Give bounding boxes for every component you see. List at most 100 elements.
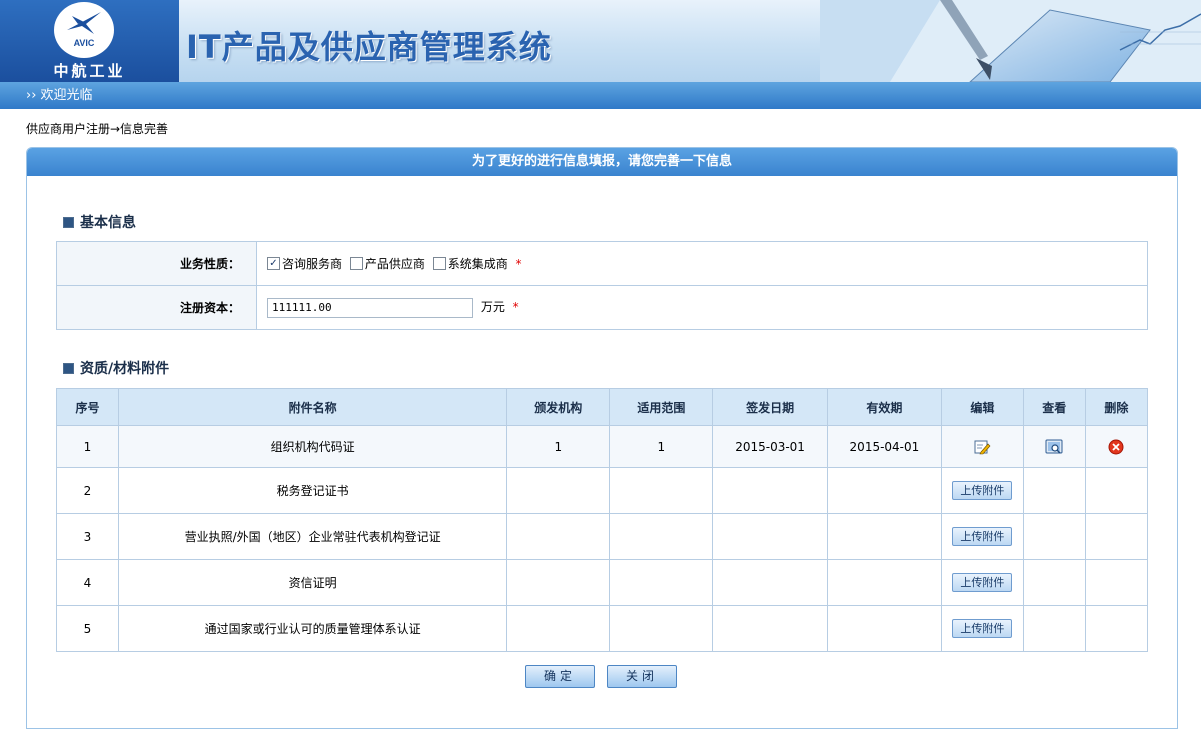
bullet-icon	[63, 362, 74, 374]
view-cell	[1022, 605, 1086, 652]
row-scope: 1	[609, 425, 714, 468]
edit-cell: 上传附件	[941, 559, 1024, 606]
registered-capital-input[interactable]	[267, 297, 473, 318]
panel-title: 为了更好的进行信息填报，请您完善一下信息	[27, 148, 1177, 176]
avic-emblem: AVIC	[54, 2, 114, 58]
logo-abbrev: AVIC	[73, 38, 95, 48]
row-scope	[609, 605, 714, 652]
edit-cell	[941, 425, 1024, 468]
col-delete: 删除	[1084, 388, 1149, 426]
row-name: 资信证明	[117, 559, 508, 606]
row-name: 通过国家或行业认可的质量管理体系认证	[117, 605, 508, 652]
section-attachments-title: 资质/材料附件	[80, 361, 170, 377]
row-issuer	[506, 605, 611, 652]
form-panel: 为了更好的进行信息填报，请您完善一下信息 基本信息 业务性质： ✓ 咨询服务商 产…	[26, 147, 1178, 729]
delete-icon[interactable]	[1107, 439, 1125, 455]
row-valid-until: 2015-04-01	[826, 425, 943, 468]
banner-decoration	[820, 0, 1201, 82]
row-no: 5	[56, 605, 119, 652]
business-row: 业务性质： ✓ 咨询服务商 产品供应商 系统集成商 *	[56, 241, 1148, 286]
table-row: 4 资信证明 上传附件	[56, 559, 1149, 606]
row-name: 组织机构代码证	[117, 425, 508, 468]
table-row: 1 组织机构代码证 1 1 2015-03-01 2015-04-01	[56, 425, 1149, 468]
col-no: 序号	[56, 388, 119, 426]
upload-button[interactable]: 上传附件	[952, 527, 1013, 546]
row-issue-date	[712, 513, 828, 560]
checkbox-product[interactable]	[349, 257, 363, 270]
row-name: 营业执照/外国（地区）企业常驻代表机构登记证	[117, 513, 508, 560]
business-options: ✓ 咨询服务商 产品供应商 系统集成商 *	[256, 241, 1148, 286]
row-valid-until	[826, 513, 943, 560]
col-valid-until: 有效期	[826, 388, 943, 426]
row-name: 税务登记证书	[117, 467, 508, 514]
close-button[interactable]: 关闭	[607, 665, 677, 688]
welcome-bar: ›› 欢迎光临	[0, 82, 1201, 109]
table-row: 3 营业执照/外国（地区）企业常驻代表机构登记证 上传附件	[56, 513, 1149, 560]
row-issuer	[506, 559, 611, 606]
attachments-table: 序号 附件名称 颁发机构 适用范围 签发日期 有效期 编辑 查看 删除 1 组织…	[56, 388, 1149, 652]
capital-field-cell: 万元 *	[256, 285, 1148, 330]
header-banner: AVIC 中航工业 IT产品及供应商管理系统	[0, 0, 1201, 82]
row-valid-until	[826, 559, 943, 606]
upload-button[interactable]: 上传附件	[952, 619, 1013, 638]
table-row: 5 通过国家或行业认可的质量管理体系认证 上传附件	[56, 605, 1149, 652]
view-cell	[1022, 467, 1086, 514]
delete-cell	[1084, 513, 1149, 560]
view-icon[interactable]	[1045, 439, 1063, 455]
company-name: 中航工业	[53, 62, 126, 80]
view-cell	[1022, 513, 1086, 560]
delete-cell	[1084, 605, 1149, 652]
row-scope	[609, 559, 714, 606]
delete-cell	[1084, 425, 1149, 468]
col-issuer: 颁发机构	[506, 388, 611, 426]
business-label: 业务性质：	[56, 241, 257, 286]
section-basic-info: 基本信息	[63, 212, 136, 232]
capital-label: 注册资本：	[56, 285, 257, 330]
row-no: 2	[56, 467, 119, 514]
option-consulting-label: 咨询服务商	[282, 257, 343, 271]
col-edit: 编辑	[941, 388, 1024, 426]
delete-cell	[1084, 559, 1149, 606]
delete-cell	[1084, 467, 1149, 514]
edit-cell: 上传附件	[941, 605, 1024, 652]
row-valid-until	[826, 467, 943, 514]
checkbox-integration[interactable]	[432, 257, 446, 270]
row-valid-until	[826, 605, 943, 652]
row-issuer	[506, 467, 611, 514]
welcome-text: ›› 欢迎光临	[26, 88, 93, 103]
confirm-button[interactable]: 确定	[525, 665, 595, 688]
upload-button[interactable]: 上传附件	[952, 573, 1013, 592]
row-issuer: 1	[506, 425, 611, 468]
edit-cell: 上传附件	[941, 467, 1024, 514]
section-attachments: 资质/材料附件	[63, 358, 169, 378]
logo: AVIC 中航工业	[0, 0, 179, 82]
view-cell	[1022, 559, 1086, 606]
breadcrumb: 供应商用户注册→信息完善	[26, 122, 169, 136]
option-product-label: 产品供应商	[364, 257, 425, 271]
bullet-icon	[63, 216, 74, 228]
col-view: 查看	[1022, 388, 1086, 426]
capital-row: 注册资本： 万元 *	[56, 285, 1148, 330]
row-issuer	[506, 513, 611, 560]
row-no: 1	[56, 425, 119, 468]
row-issue-date	[712, 467, 828, 514]
row-issue-date	[712, 605, 828, 652]
section-basic-title: 基本信息	[80, 215, 136, 231]
option-integration-label: 系统集成商	[447, 257, 508, 271]
checkbox-consulting[interactable]: ✓	[267, 257, 280, 270]
table-row: 2 税务登记证书 上传附件	[56, 467, 1149, 514]
basic-info-table: 业务性质： ✓咨询服务商 产品供应商 系统集成商 * 注册资本： 万元 *	[56, 241, 1148, 330]
col-name: 附件名称	[117, 388, 508, 426]
capital-unit: 万元	[480, 300, 505, 314]
table-header-row: 序号 附件名称 颁发机构 适用范围 签发日期 有效期 编辑 查看 删除	[56, 388, 1149, 426]
edit-cell: 上传附件	[941, 513, 1024, 560]
required-mark: *	[512, 300, 519, 314]
view-cell	[1022, 425, 1086, 468]
edit-icon[interactable]	[973, 439, 991, 455]
upload-button[interactable]: 上传附件	[952, 481, 1013, 500]
plane-icon	[67, 12, 101, 34]
system-title: IT产品及供应商管理系统	[186, 28, 552, 66]
required-mark: *	[515, 257, 522, 271]
row-scope	[609, 513, 714, 560]
col-issue-date: 签发日期	[712, 388, 828, 426]
